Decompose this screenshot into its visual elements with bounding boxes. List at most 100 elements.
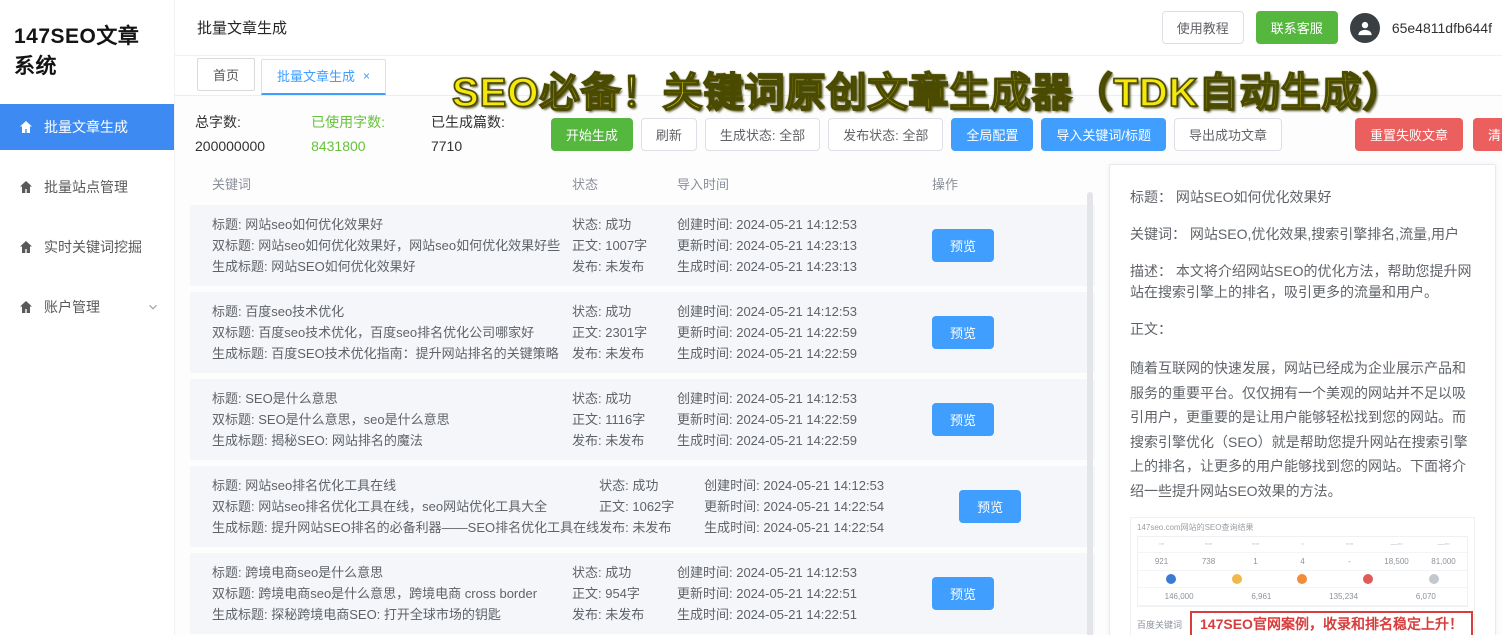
generated-title-line: 生成标题: 揭秘SEO: 网站排名的魔法 <box>212 433 423 448</box>
clear-articles-button[interactable]: 清空文章 <box>1473 118 1502 151</box>
import-keywords-button[interactable]: 导入关键词/标题 <box>1041 118 1166 151</box>
refresh-button[interactable]: 刷新 <box>640 118 697 151</box>
title-line: 标题: SEO是什么意思 <box>212 391 338 406</box>
search-engine-icons-row <box>1138 571 1467 588</box>
publish-line: 发布: 未发布 <box>572 259 645 274</box>
dual-title-line: 双标题: 网站seo如何优化效果好，网站seo如何优化效果好些 <box>212 238 561 253</box>
user-id: 65e4811dfb644f <box>1391 19 1492 36</box>
table-row: 标题: 百度seo技术优化 双标题: 百度seo技术优化，百度seo排名优化公司… <box>190 292 1095 373</box>
sidebar-item-account-management[interactable]: 账户管理 <box>0 284 174 330</box>
create-time-line: 创建时间: 2024-05-21 14:12:53 <box>704 478 885 493</box>
wordcount-line: 正文: 1007字 <box>572 238 648 253</box>
wordcount-line: 正文: 2301字 <box>572 325 648 340</box>
publish-line: 发布: 未发布 <box>572 346 645 361</box>
keyword-cell: 标题: 跨境电商seo是什么意思 双标题: 跨境电商seo是什么意思，跨境电商 … <box>212 562 572 625</box>
preview-button[interactable]: 预览 <box>932 316 995 349</box>
time-cell: 创建时间: 2024-05-21 14:12:53 更新时间: 2024-05-… <box>677 562 932 625</box>
status-cell: 状态: 成功 正文: 1007字 发布: 未发布 <box>572 214 677 277</box>
title-line: 标题: 网站seo排名优化工具在线 <box>212 478 397 493</box>
preview-button[interactable]: 预览 <box>959 490 1022 523</box>
stat-cell: 738 <box>1201 557 1216 566</box>
stat-cell: 81,000 <box>1431 557 1456 566</box>
dual-title-line: 双标题: 跨境电商seo是什么意思，跨境电商 cross border <box>212 586 538 601</box>
table-scrollbar[interactable] <box>1087 192 1093 635</box>
update-time-line: 更新时间: 2024-05-21 14:22:59 <box>677 412 857 427</box>
keyword-cell: 标题: 网站seo排名优化工具在线 双标题: 网站seo排名优化工具在线，seo… <box>212 475 599 538</box>
tab-home[interactable]: 首页 <box>197 58 256 91</box>
action-cell: 预览 <box>932 388 1095 451</box>
avatar[interactable] <box>1349 12 1380 43</box>
stat-value: 8431800 <box>311 138 366 154</box>
global-config-button[interactable]: 全局配置 <box>951 118 1034 151</box>
sidebar-item-realtime-keyword-mining[interactable]: 实时关键词挖掘 <box>0 224 174 270</box>
tab-label: 首页 <box>213 68 240 83</box>
wordcount-line: 正文: 1062字 <box>599 499 675 514</box>
tutorial-button[interactable]: 使用教程 <box>1161 11 1244 44</box>
stat-cell: 6,070 <box>1415 592 1436 601</box>
preview-description: 描述： 本文将介绍网站SEO的优化方法，帮助您提升网站在搜索引擎上的排名，吸引更… <box>1130 263 1472 300</box>
stat-generated-articles: 已生成篇数: 7710 <box>431 112 505 154</box>
stat-cell: 921 <box>1154 557 1169 566</box>
preview-button[interactable]: 预览 <box>932 229 995 262</box>
title-line: 标题: 百度seo技术优化 <box>212 304 345 319</box>
top-header: 批量文章生成 使用教程 联系客服 65e4811dfb644f <box>175 0 1502 56</box>
sidebar-item-label: 批量站点管理 <box>44 179 128 195</box>
action-cell: 预览 <box>932 214 1095 277</box>
sidebar-item-label: 批量文章生成 <box>44 119 128 135</box>
action-cell: 预览 <box>932 562 1095 625</box>
dual-title-line: 双标题: SEO是什么意思，seo是什么意思 <box>212 412 450 427</box>
toolbar-right: 重置失败文章 清空文章 <box>1355 118 1502 151</box>
preview-button[interactable]: 预览 <box>932 403 995 436</box>
update-time-line: 更新时间: 2024-05-21 14:22:54 <box>704 499 885 514</box>
status-line: 状态: 成功 <box>572 304 632 319</box>
baidu-icon <box>1165 574 1176 584</box>
sogou-icon <box>1231 574 1242 584</box>
status-line: 状态: 成功 <box>599 478 659 493</box>
action-cell: 预览 <box>959 475 1095 538</box>
tab-batch-article-generation[interactable]: 批量文章生成 × <box>261 59 387 95</box>
stat-cell: 1 <box>1253 557 1258 566</box>
stat-value: 7710 <box>430 138 463 154</box>
embed-caption: 147seo.com网站的SEO查询结果 <box>1137 523 1254 532</box>
app-logo-title: 147SEO文章系统 <box>14 25 140 78</box>
home-icon <box>18 179 34 195</box>
generate-time-line: 生成时间: 2024-05-21 14:22:59 <box>677 346 857 361</box>
close-icon[interactable]: × <box>363 69 370 83</box>
home-icon <box>18 299 34 315</box>
table-row: 标题: 网站seo如何优化效果好 双标题: 网站seo如何优化效果好，网站seo… <box>190 205 1095 286</box>
publish-status-filter[interactable]: 发布状态: 全部 <box>828 118 944 151</box>
embed-screenshot: 147seo.com网站的SEO查询结果 ▫▫ ▫▫▫ ▫▫▫ ▫ ▫▫▫ —▫▫ —▫▫… <box>1130 517 1475 635</box>
generated-title-line: 生成标题: 探秘跨境电商SEO: 打开全球市场的钥匙 <box>212 607 501 622</box>
home-icon <box>18 119 34 135</box>
preview-button[interactable]: 预览 <box>932 577 995 610</box>
stat-value: 200000000 <box>195 138 266 154</box>
contact-support-button[interactable]: 联系客服 <box>1255 11 1338 44</box>
status-line: 状态: 成功 <box>572 391 632 406</box>
export-success-button[interactable]: 导出成功文章 <box>1174 118 1283 151</box>
sidebar: 147SEO文章系统 批量文章生成 批量站点管理 实时关键词挖掘 账户管理 <box>0 0 175 635</box>
wordcount-line: 正文: 954字 <box>572 586 640 601</box>
stat-used-words: 已使用字数: 8431800 <box>311 112 385 154</box>
start-generation-button[interactable]: 开始生成 <box>550 118 633 151</box>
preview-body-label: 正文： <box>1130 321 1172 337</box>
preview-body-paragraph: 随着互联网的快速发展，网站已经成为企业展示产品和服务的重要平台。仅仅拥有一个美观… <box>1130 360 1468 499</box>
sidebar-item-batch-article-generation[interactable]: 批量文章生成 <box>0 104 174 150</box>
sidebar-item-label: 账户管理 <box>44 299 100 315</box>
generation-status-filter[interactable]: 生成状态: 全部 <box>704 118 821 151</box>
main-content: 总字数: 200000000 已使用字数: 8431800 已生成篇数: 771… <box>175 96 1502 635</box>
stat-cell: 135,234 <box>1329 592 1359 601</box>
generated-title-line: 生成标题: 提升网站SEO排名的必备利器——SEO排名优化工具在线 <box>212 520 600 535</box>
stat-cell: 6,961 <box>1251 592 1272 601</box>
sidebar-item-batch-site-management[interactable]: 批量站点管理 <box>0 164 174 210</box>
status-line: 状态: 成功 <box>572 565 632 580</box>
preview-title: 标题： 网站SEO如何优化效果好 <box>1130 189 1332 205</box>
chevron-down-icon <box>146 300 160 314</box>
search-icon <box>1429 574 1440 584</box>
table-body: 标题: 网站seo如何优化效果好 双标题: 网站seo如何优化效果好，网站seo… <box>190 205 1095 635</box>
tab-label: 批量文章生成 <box>277 69 356 84</box>
sidebar-item-label: 实时关键词挖掘 <box>44 239 142 255</box>
generate-time-line: 生成时间: 2024-05-21 14:22:54 <box>704 520 885 535</box>
keyword-cell: 标题: 百度seo技术优化 双标题: 百度seo技术优化，百度seo排名优化公司… <box>212 301 572 364</box>
reset-failed-articles-button[interactable]: 重置失败文章 <box>1355 118 1464 151</box>
stat-cell: 18,500 <box>1384 557 1409 566</box>
